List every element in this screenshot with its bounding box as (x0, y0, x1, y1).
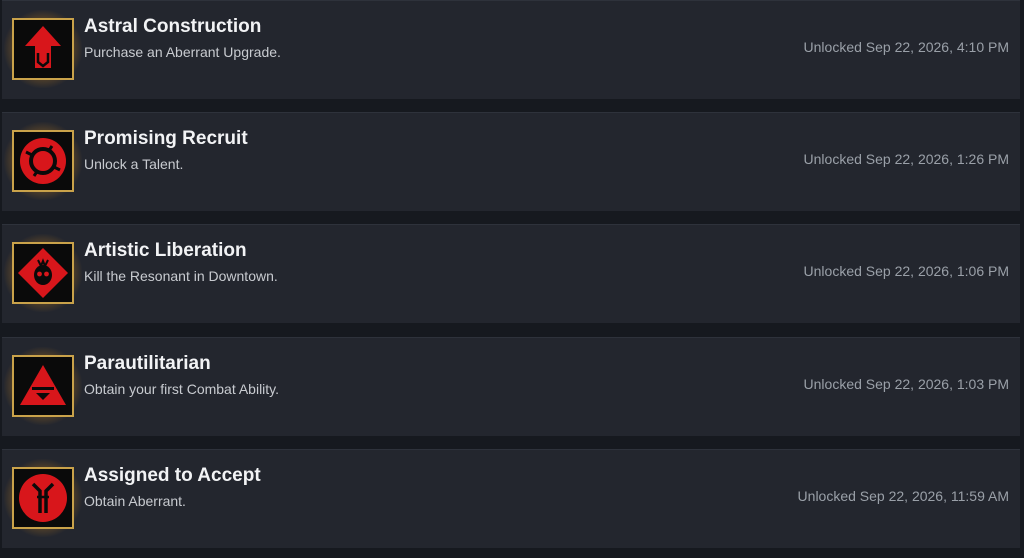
achievement-icon-container (4, 347, 82, 425)
unlock-timestamp: Unlocked Sep 22, 2026, 4:10 PM (803, 39, 1009, 55)
achievement-row: Astral Construction Purchase an Aberrant… (2, 0, 1020, 99)
achievement-description: Obtain Aberrant. (84, 493, 186, 509)
achievement-title: Astral Construction (84, 16, 262, 37)
achievement-icon-container (4, 122, 82, 200)
unlock-timestamp: Unlocked Sep 22, 2026, 1:06 PM (803, 263, 1009, 279)
achievement-row: Artistic Liberation Kill the Resonant in… (2, 224, 1020, 323)
achievement-title: Parautilitarian (84, 353, 211, 374)
red-diamond-skull-icon (12, 242, 74, 304)
achievement-title: Promising Recruit (84, 128, 248, 149)
achievement-title: Artistic Liberation (84, 240, 247, 261)
achievement-title: Assigned to Accept (84, 465, 261, 486)
red-circle-sigil-icon (12, 467, 74, 529)
unlock-timestamp: Unlocked Sep 22, 2026, 1:03 PM (803, 376, 1009, 392)
achievement-row: Assigned to Accept Obtain Aberrant. Unlo… (2, 449, 1020, 548)
red-arrow-up-icon (12, 18, 74, 80)
achievement-row: Parautilitarian Obtain your first Combat… (2, 337, 1020, 436)
achievement-description: Kill the Resonant in Downtown. (84, 268, 278, 284)
achievement-row: Promising Recruit Unlock a Talent. Unloc… (2, 112, 1020, 211)
achievement-description: Obtain your first Combat Ability. (84, 381, 280, 397)
unlock-timestamp: Unlocked Sep 22, 2026, 11:59 AM (797, 488, 1009, 504)
achievement-description: Purchase an Aberrant Upgrade. (84, 44, 281, 60)
achievement-description: Unlock a Talent. (84, 156, 184, 172)
red-triangle-icon (12, 355, 74, 417)
unlock-timestamp: Unlocked Sep 22, 2026, 1:26 PM (803, 151, 1009, 167)
achievement-list: Astral Construction Purchase an Aberrant… (0, 0, 1024, 558)
achievement-icon-container (4, 10, 82, 88)
red-ring-emblem-icon (12, 130, 74, 192)
achievement-icon-container (4, 234, 82, 312)
achievement-icon-container (4, 459, 82, 537)
